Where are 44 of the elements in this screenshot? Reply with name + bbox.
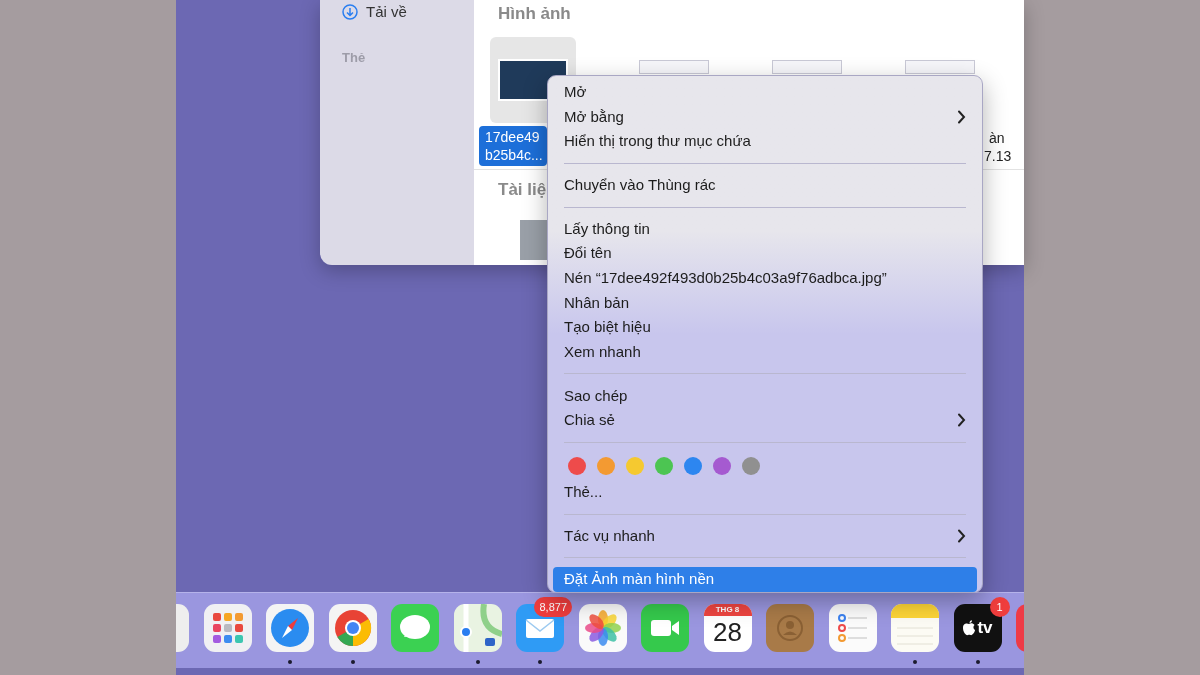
sidebar-heading: Thẻ bbox=[342, 49, 366, 67]
menu-item[interactable]: Tạo biệt hiệu bbox=[553, 315, 977, 340]
chevron-right-icon bbox=[957, 110, 966, 124]
file-name-fragment: àn bbox=[989, 128, 1005, 147]
download-icon bbox=[342, 4, 358, 20]
screenshot-thumbnail[interactable] bbox=[639, 59, 709, 74]
sidebar-item[interactable]: Tải về bbox=[342, 2, 407, 22]
file-name-label[interactable]: 17dee49 b25b4c... bbox=[479, 125, 547, 166]
menu-item[interactable]: Đặt Ảnh màn hình nền bbox=[553, 567, 977, 592]
menu-item[interactable]: Thẻ... bbox=[553, 480, 977, 505]
menu-item[interactable]: Mở bằng bbox=[553, 104, 977, 130]
notepad-icon[interactable] bbox=[891, 604, 939, 652]
screenshot-thumbnail[interactable] bbox=[772, 59, 842, 74]
checklist-icon[interactable] bbox=[828, 604, 877, 652]
compass-icon[interactable] bbox=[266, 604, 314, 652]
document-thumbnail[interactable] bbox=[520, 220, 548, 260]
chevron-right-icon bbox=[957, 529, 966, 544]
menu-item[interactable]: Mở bbox=[553, 80, 977, 105]
menu-item[interactable]: Tác vụ nhanh bbox=[553, 523, 977, 549]
speech-bubble-icon[interactable] bbox=[391, 604, 439, 652]
menu-item[interactable]: Chia sẻ bbox=[553, 408, 977, 433]
menu-item[interactable]: Đổi tên bbox=[553, 241, 977, 266]
menu-item[interactable]: Lấy thông tin bbox=[553, 216, 977, 242]
notification-badge: 8,877 bbox=[534, 597, 572, 617]
map-icon[interactable] bbox=[453, 604, 502, 652]
video-camera-icon[interactable] bbox=[641, 604, 689, 652]
circle-logo-icon[interactable] bbox=[328, 604, 377, 652]
section-heading: Tài liệ bbox=[498, 178, 547, 201]
apple-logo-icon bbox=[962, 620, 977, 636]
calendar-app-button[interactable]: THG 8 28 bbox=[703, 604, 752, 652]
section-heading: Hình ảnh bbox=[498, 3, 571, 25]
menu-item[interactable]: Nhân bản bbox=[553, 290, 977, 316]
menu-item[interactable]: Sao chép bbox=[553, 383, 977, 409]
notification-badge: 1 bbox=[989, 597, 1010, 617]
flower-icon[interactable] bbox=[578, 604, 627, 652]
menu-item[interactable]: Xem nhanh bbox=[553, 339, 977, 365]
chevron-right-icon bbox=[957, 413, 966, 428]
menu-item[interactable]: Hiển thị trong thư mục chứa bbox=[553, 129, 977, 154]
app-grid-icon[interactable] bbox=[203, 604, 252, 652]
person-card-icon[interactable] bbox=[766, 604, 814, 652]
menu-item[interactable]: Chuyển vào Thùng rác bbox=[553, 172, 977, 198]
file-name-fragment: 7.13 bbox=[984, 146, 1012, 165]
menu-item[interactable]: Nén “17dee492f493d0b25b4c03a9f76adbca.jpg” bbox=[553, 265, 977, 291]
screenshot-thumbnail[interactable] bbox=[905, 59, 975, 74]
